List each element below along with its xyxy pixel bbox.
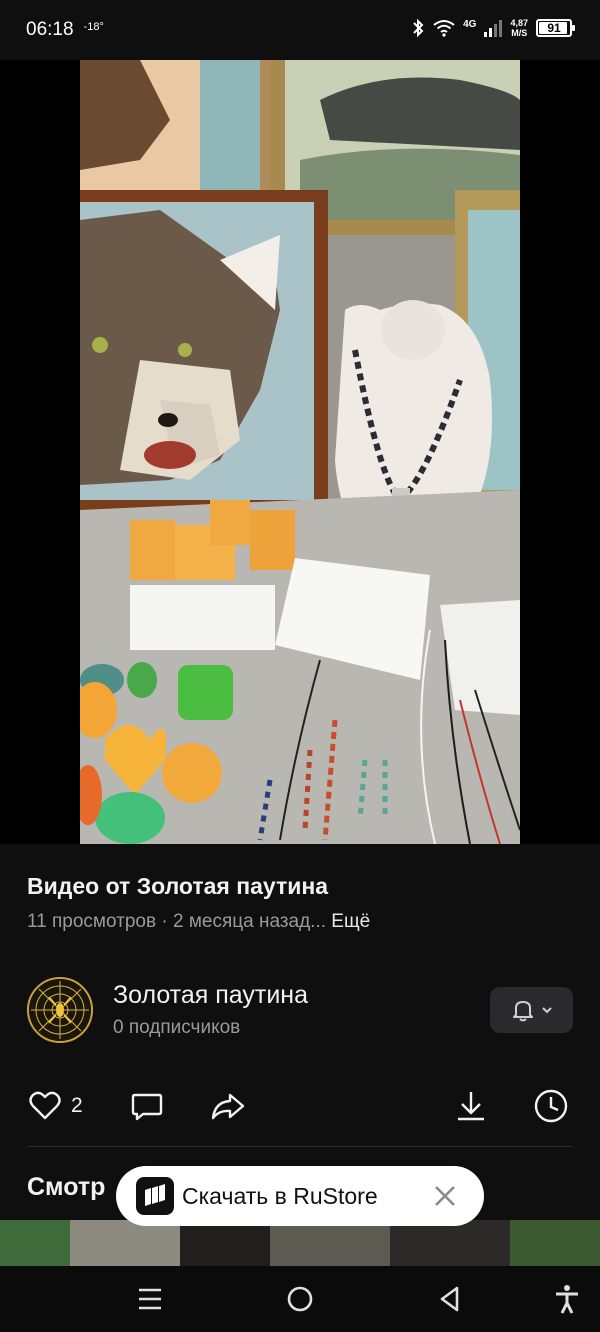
video-frame[interactable] — [80, 60, 520, 844]
close-icon[interactable] — [432, 1183, 458, 1209]
bluetooth-icon — [413, 18, 424, 38]
video-still-image — [80, 60, 520, 844]
nav-accessibility-button[interactable] — [552, 1284, 582, 1314]
battery-level: 91 — [547, 21, 561, 35]
rustore-logo-icon — [136, 1177, 174, 1215]
section-title: Смотр — [27, 1173, 106, 1201]
status-temperature: -18° — [83, 21, 104, 33]
clock-icon — [534, 1089, 568, 1123]
video-title: Видео от Золотая паутина — [27, 873, 329, 899]
thumbnail-image — [0, 1220, 600, 1266]
back-triangle-icon — [440, 1286, 459, 1312]
comment-icon — [131, 1093, 163, 1121]
accessibility-icon — [556, 1285, 578, 1314]
action-bar: 2 — [27, 1083, 573, 1129]
spider-web-icon — [29, 979, 91, 1041]
net-speed: 4,87 M/S — [510, 18, 528, 38]
like-count: 2 — [71, 1094, 83, 1117]
heart-icon — [29, 1091, 61, 1120]
download-icon — [458, 1092, 484, 1121]
wifi-icon — [433, 20, 455, 37]
watch-later-button[interactable] — [533, 1083, 569, 1129]
channel-name[interactable]: Золотая паутина — [113, 981, 308, 1010]
status-time: 06:18 — [26, 19, 74, 40]
recommended-thumbnail[interactable] — [0, 1220, 600, 1266]
share-button[interactable] — [209, 1083, 247, 1129]
system-nav-bar — [0, 1266, 600, 1332]
avatar[interactable] — [27, 977, 93, 1043]
share-arrow-icon — [211, 1093, 245, 1120]
battery-icon: 91 — [536, 19, 575, 37]
signal-icon — [484, 20, 503, 37]
bell-icon — [512, 1001, 533, 1022]
rustore-banner-label[interactable]: Скачать в RuStore — [182, 1183, 378, 1210]
rustore-banner[interactable]: Скачать в RuStore — [116, 1166, 484, 1226]
chevron-down-icon — [541, 1007, 552, 1014]
status-icons: 4G 4,87 M/S 91 — [411, 18, 575, 38]
video-player[interactable] — [0, 60, 600, 844]
nav-recent-apps-button[interactable] — [135, 1284, 165, 1314]
menu-icon — [139, 1288, 161, 1310]
net-speed-unit: M/S — [511, 28, 528, 38]
like-button[interactable]: 2 — [27, 1083, 83, 1129]
view-count: 11 просмотров — [27, 911, 157, 932]
subscribe-bell-button[interactable] — [490, 987, 573, 1033]
nav-back-button[interactable] — [435, 1284, 465, 1314]
home-circle-icon — [287, 1286, 313, 1312]
download-button[interactable] — [453, 1083, 489, 1129]
subscriber-count: 0 подписчиков — [113, 1017, 241, 1038]
meta-separator: · — [156, 911, 173, 932]
status-bar: 06:18 -18° 4G 4,87 M/S 91 — [0, 0, 600, 60]
video-meta: 11 просмотров · 2 месяца назад... Ещё — [27, 911, 370, 933]
nav-home-button[interactable] — [285, 1284, 315, 1314]
divider — [27, 1146, 573, 1147]
comment-button[interactable] — [129, 1083, 165, 1129]
channel-row[interactable]: Золотая паутина 0 подписчиков — [27, 977, 573, 1043]
more-link[interactable]: Ещё — [331, 911, 370, 932]
net-speed-value: 4,87 — [510, 18, 528, 28]
network-type: 4G — [463, 18, 477, 30]
posted-time: 2 месяца назад... — [172, 911, 327, 932]
